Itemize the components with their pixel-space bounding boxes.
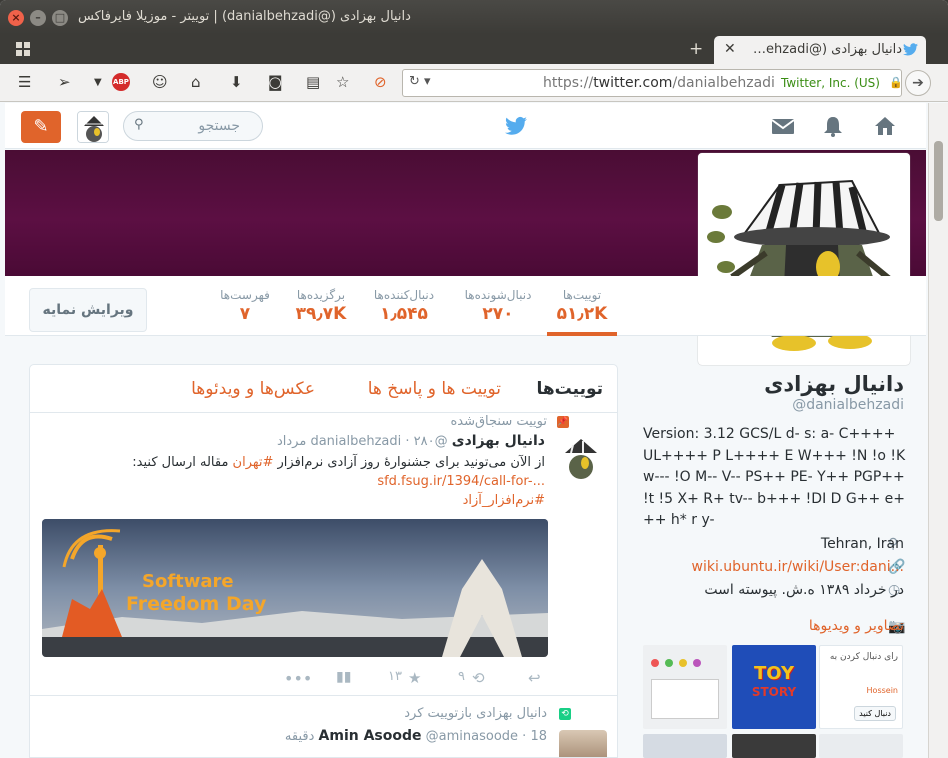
twitter-logo-icon[interactable] <box>505 116 527 136</box>
hashtag-tehran[interactable]: #تهران <box>233 455 274 470</box>
compose-tweet-button[interactable]: ✎ <box>21 111 61 143</box>
tab-tweets[interactable]: توییت‌ها <box>536 379 603 399</box>
url-bar[interactable]: ↻ ▾ https://twitter.com/danialbehzadi Tw… <box>402 69 903 97</box>
browser-window: × – □ دانیال بهزادی (@danialbehzadi) | ت… <box>0 0 948 758</box>
media-thumb-screenshot[interactable] <box>643 645 727 729</box>
reload-icon[interactable]: ↻ ▾ <box>409 74 431 89</box>
tweet-avatar[interactable] <box>557 435 605 483</box>
edit-profile-button[interactable]: ویرایش نمایه <box>29 288 147 332</box>
search-icon: ⚲ <box>134 117 144 132</box>
profile-website[interactable]: wiki.ubuntu.ir/wiki/User:dani... <box>692 559 904 575</box>
stat-lists[interactable]: فهرست‌ها ۷ <box>217 288 273 324</box>
scrollbar-thumb[interactable] <box>934 141 943 221</box>
media-thumb-toystory[interactable]: TOY STORY <box>732 645 816 729</box>
retweet-indicator-icon: ⟲ <box>559 708 571 720</box>
tweet-author-name[interactable]: دانیال بهزادی <box>452 433 545 449</box>
no-script-icon[interactable]: ⊘ <box>374 73 387 91</box>
vertical-scrollbar[interactable] <box>928 103 948 758</box>
profile-nav: ویرایش نمایه توییت‌ها ۵۱٫۲K دنبال‌شونده‌… <box>5 276 926 336</box>
bookmark-star-icon[interactable]: ☆ <box>336 73 349 91</box>
window-minimize-button[interactable]: – <box>30 10 46 26</box>
lock-icon[interactable]: 🔒 <box>889 76 903 89</box>
twitter-bird-icon <box>903 43 918 56</box>
media-thumb-4[interactable] <box>819 734 903 758</box>
notifications-icon[interactable] <box>821 115 845 137</box>
avatar-image <box>78 112 108 142</box>
tweet-avatar-image <box>557 435 605 483</box>
tweet-media-image[interactable]: Software Freedom Day <box>42 519 548 657</box>
site-identity[interactable]: Twitter, Inc. (US) <box>781 76 880 90</box>
timeline: توییت‌ها توییت ها و پاسخ ها عکس‌ها و وید… <box>29 364 618 758</box>
favorite-star-icon[interactable]: ★ <box>408 669 421 687</box>
retweet-header: Amin Asoode @aminasoode · 18 دقیقه <box>284 728 547 744</box>
timeline-tabs: توییت‌ها توییت ها و پاسخ ها عکس‌ها و وید… <box>30 365 617 413</box>
tweet-link[interactable]: sfd.fsug.ir/1394/call-for-... <box>377 472 545 491</box>
tab-title: دانیال بهزادی (@danialbehzadi) ... <box>750 42 902 57</box>
hashtag-free-software[interactable]: #نرم‌افزار_آزاد <box>463 493 545 508</box>
adblock-icon[interactable]: ABP <box>112 73 130 91</box>
tweet-actions: ↩ ⟲ ۹ ★ ۱۳ ▮▮ ••• <box>280 669 550 689</box>
go-button[interactable]: ➔ <box>905 70 931 96</box>
twitter-header: ✎ ⚲ جستجو <box>5 103 926 149</box>
new-tab-button[interactable]: + <box>689 39 703 59</box>
pocket-icon[interactable]: ◙ <box>268 73 283 91</box>
stat-followers[interactable]: دنبال‌کننده‌ها ۱٫۵۴۵ <box>369 288 439 324</box>
search-placeholder: جستجو <box>198 118 240 134</box>
media-caption-2: Freedom Day <box>126 593 267 615</box>
media-thumb-6[interactable] <box>643 734 727 758</box>
media-gallery-title[interactable]: تصاویر و ویدیوها <box>809 618 904 634</box>
url-text[interactable]: https://twitter.com/danialbehzadi <box>543 75 775 91</box>
retweet-count: ۹ <box>458 669 465 684</box>
tab-bar: + ✕ دانیال بهزادی (@danialbehzadi) ... <box>0 34 948 64</box>
media-caption-1: Software <box>142 571 234 592</box>
messages-icon[interactable] <box>771 115 795 137</box>
reply-icon[interactable]: ↩ <box>528 669 541 687</box>
tab-groups-icon[interactable] <box>16 42 30 56</box>
retweet-avatar[interactable] <box>559 730 607 757</box>
home-nav-icon[interactable] <box>873 115 897 137</box>
tab-tweets-replies[interactable]: توییت ها و پاسخ ها <box>368 379 501 399</box>
retweet-label: دانیال بهزادی بازتوییت کرد <box>404 706 547 721</box>
more-icon[interactable]: ••• <box>284 669 312 688</box>
pin-icon: 📌 <box>557 416 569 428</box>
tweet-text: از الآن می‌تونید برای جشنوارهٔ روز آزادی… <box>132 455 545 508</box>
close-tab-icon[interactable]: ✕ <box>724 41 736 57</box>
tab-photos-videos[interactable]: عکس‌ها و ویدئوها <box>191 379 315 399</box>
retweet-author-name[interactable]: Amin Asoode <box>319 728 422 744</box>
window-close-button[interactable]: × <box>8 10 24 26</box>
window-maximize-button[interactable]: □ <box>52 10 68 26</box>
menu-icon[interactable]: ☰ <box>18 73 31 91</box>
avatar[interactable] <box>77 111 109 143</box>
download-icon[interactable]: ⬇ <box>230 73 243 91</box>
tab-twitter[interactable]: ✕ دانیال بهزادی (@danialbehzadi) ... <box>714 36 926 64</box>
retweet-icon[interactable]: ⟲ <box>472 669 485 687</box>
send-icon[interactable]: ➢ <box>58 73 71 91</box>
retweet-author-handle[interactable]: @aminasoode <box>426 729 518 744</box>
analytics-icon[interactable]: ▮▮ <box>336 669 351 685</box>
tweet-header: دانیال بهزادی @danialbehzadi · ۲۸۰ مرداد <box>276 433 545 449</box>
media-thumb-5[interactable] <box>732 734 816 758</box>
favorite-count: ۱۳ <box>388 669 402 684</box>
stat-tweets[interactable]: توییت‌ها ۵۱٫۲K <box>547 288 617 336</box>
chat-icon[interactable]: ☺ <box>152 73 168 91</box>
reading-list-icon[interactable]: ▤ <box>306 73 320 91</box>
profile-name[interactable]: دانیال بهزادی <box>764 372 904 396</box>
profile-handle[interactable]: @danialbehzadi <box>792 397 904 413</box>
profile-bio: Version: 3.12 GCS/L d- s: a- C++++ UL+++… <box>643 426 906 528</box>
profile-joined: در خرداد ۱۳۸۹ ه.ش. پیوسته است <box>704 582 904 598</box>
window-title: دانیال بهزادی (@danialbehzadi) | توییتر … <box>78 9 411 24</box>
search-input[interactable]: ⚲ جستجو <box>123 111 263 141</box>
media-thumb-follow[interactable]: رای دنبال کردن به Hossein دنبال کنید <box>819 645 903 729</box>
retweet-item[interactable]: ⟲ دانیال بهزادی بازتوییت کرد Amin Asoode… <box>30 695 617 757</box>
home-icon[interactable]: ⌂ <box>191 73 201 91</box>
pinned-label: توییت سنجاق‌شده <box>450 414 547 429</box>
stat-favorites[interactable]: برگزیده‌ها ۳۹٫۷K <box>289 288 353 324</box>
profile-location: Tehran, Iran <box>820 536 904 552</box>
nav-bar: ☰ ➢ ▼ ABP ☺ ⌂ ⬇ ◙ ▤ ☆ ⊘ ↻ ▾ https://twit… <box>0 64 948 102</box>
stat-following[interactable]: دنبال‌شونده‌ها ۲۷۰ <box>461 288 535 324</box>
title-bar: × – □ دانیال بهزادی (@danialbehzadi) | ت… <box>0 0 948 34</box>
chevron-down-icon[interactable]: ▼ <box>94 77 102 88</box>
